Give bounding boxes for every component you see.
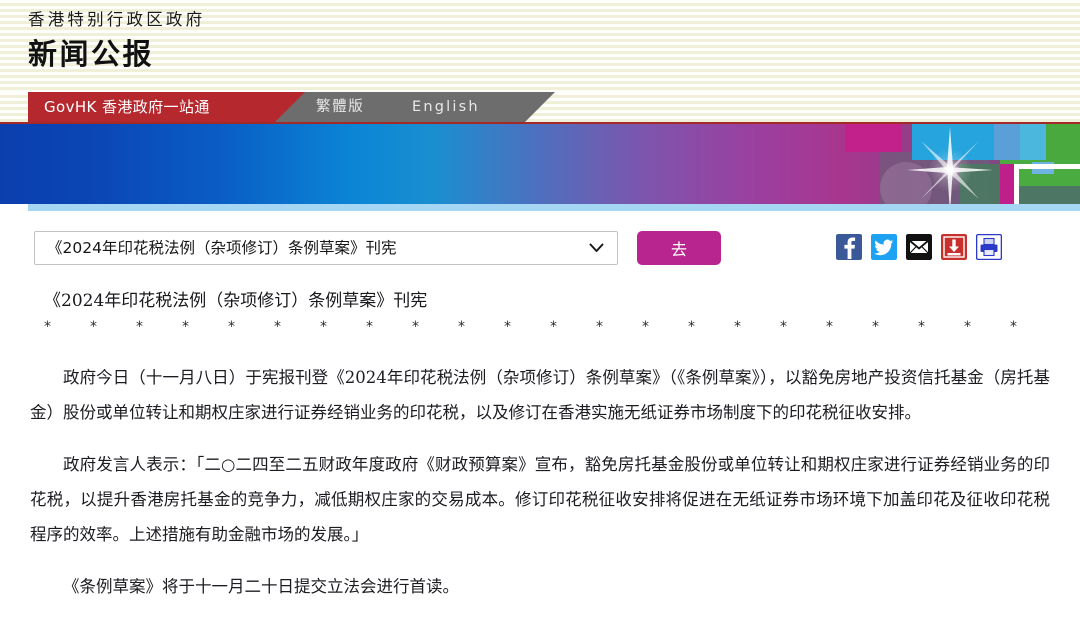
article-paragraph-1: 政府今日（十一月八日）于宪报刊登《2024年印花税法例（杂项修订）条例草案》（《…: [30, 368, 1050, 422]
go-button[interactable]: 去: [637, 231, 721, 265]
article-body: 政府今日（十一月八日）于宪报刊登《2024年印花税法例（杂项修订）条例草案》（《…: [30, 360, 1050, 604]
article-headline: 《2024年印花税法例（杂项修订）条例草案》刊宪: [44, 291, 428, 311]
news-select-value: 《2024年印花税法例（杂项修订）条例草案》刊宪: [47, 239, 397, 257]
chevron-down-icon: [589, 232, 604, 264]
article-paragraph-2: 政府发言人表示：「二○二四至二五财政年度政府《财政预算案》宣布，豁免房托基金股份…: [30, 455, 1050, 544]
controls-row: 《2024年印花税法例（杂项修订）条例草案》刊宪 去: [0, 228, 1080, 278]
banner-white-frame: [1014, 164, 1080, 204]
banner-light-cyan-block: [1020, 124, 1046, 160]
banner-cyan-block: [912, 124, 994, 160]
twitter-icon[interactable]: [871, 234, 897, 260]
hero-banner: [0, 122, 1080, 204]
chevron-down-glyph: [589, 243, 604, 252]
article: 《2024年印花税法例（杂项修订）条例草案》刊宪 * * * * * * * *…: [0, 288, 1080, 621]
nav-link-english[interactable]: English: [412, 92, 480, 122]
article-paragraph-3: 《条例草案》将于十一月二十日提交立法会进行首读。: [63, 577, 459, 596]
article-separator: * * * * * * * * * * * * * * * * * * * * …: [44, 319, 1030, 335]
banner-underline: [28, 204, 1080, 211]
banner-blue-block: [994, 124, 1020, 160]
share-icon-row: [836, 234, 1002, 260]
news-select[interactable]: 《2024年印花税法例（杂项修订）条例草案》刊宪: [34, 231, 618, 265]
print-icon[interactable]: [976, 234, 1002, 260]
page-title: 新闻公报: [28, 37, 155, 71]
nav-strip: GovHK 香港政府一站通 繁體版 English: [0, 92, 1080, 122]
government-name: 香港特别行政区政府: [28, 10, 206, 29]
facebook-icon[interactable]: [836, 234, 862, 260]
nav-brand-label[interactable]: GovHK 香港政府一站通: [44, 92, 210, 122]
banner-magenta-block: [845, 124, 902, 152]
save-icon[interactable]: [941, 234, 967, 260]
news-bulletin-page: 香港特别行政区政府 新闻公报 GovHK 香港政府一站通 繁體版 English: [0, 0, 1080, 638]
masthead-text-block: 香港特别行政区政府 新闻公报: [28, 8, 205, 74]
nav-link-traditional-chinese[interactable]: 繁體版: [316, 92, 364, 122]
email-icon[interactable]: [906, 234, 932, 260]
masthead: 香港特别行政区政府 新闻公报: [0, 0, 1080, 92]
